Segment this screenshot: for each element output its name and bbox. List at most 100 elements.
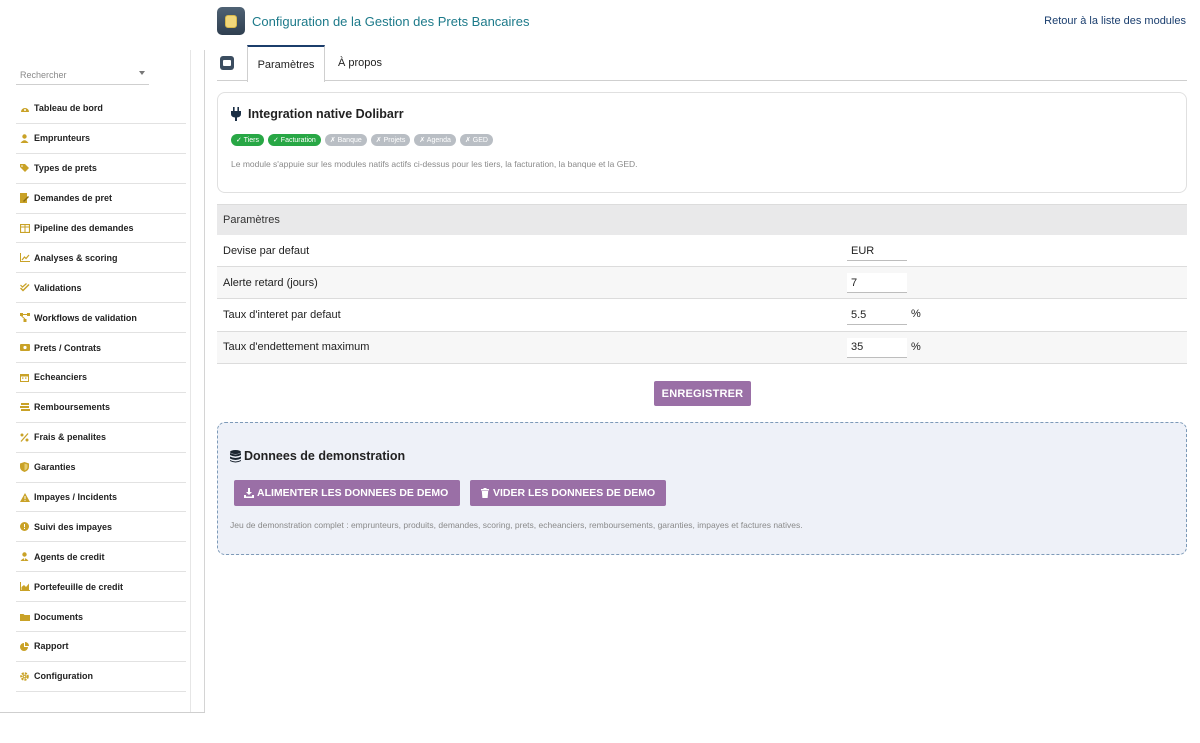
integration-panel: Integration native Dolibarr ✓ Tiers ✓ Fa… (217, 92, 1187, 193)
taux-endettement-input[interactable] (847, 337, 907, 358)
user-tie-icon (19, 552, 30, 562)
param-row-alerte: Alerte retard (jours) (217, 267, 1187, 300)
sidebar-menu: Tableau de bord Emprunteurs Types de pre… (16, 94, 186, 692)
sidebar-item-label: Validations (34, 282, 82, 293)
calendar-icon (19, 372, 30, 382)
warning-icon (19, 492, 30, 502)
badge-facturation: ✓ Facturation (267, 134, 321, 146)
sidebar-item-label: Echeanciers (34, 372, 88, 383)
sidebar-item-agents[interactable]: Agents de credit (16, 542, 186, 573)
sidebar-item-label: Analyses & scoring (34, 252, 118, 263)
sidebar-item-portefeuille[interactable]: Portefeuille de credit (16, 572, 186, 603)
percent-unit: % (911, 340, 921, 353)
check-double-icon (19, 283, 30, 293)
flow-icon (19, 313, 30, 323)
sidebar-item-label: Agents de credit (34, 551, 105, 562)
module-tab-icon (220, 56, 234, 70)
save-button[interactable]: ENREGISTRER (654, 381, 751, 406)
plug-icon (231, 107, 241, 121)
sidebar-item-frais[interactable]: Frais & penalites (16, 423, 186, 453)
sidebar-scrollbar[interactable] (190, 50, 205, 713)
sidebar-item-analyses[interactable]: Analyses & scoring (16, 243, 186, 274)
sidebar-item-rapport[interactable]: Rapport (16, 632, 186, 662)
demo-title: Donnees de demonstration (244, 449, 406, 463)
sidebar: Rechercher Tableau de bord Emprunteurs T… (0, 0, 205, 713)
sidebar-item-prets-contrats[interactable]: Prets / Contrats (16, 333, 186, 364)
param-label: Alerte retard (jours) (223, 276, 318, 289)
alerte-retard-input[interactable] (847, 273, 907, 294)
file-edit-icon (19, 193, 30, 204)
devise-input[interactable] (847, 241, 907, 261)
param-label: Taux d'interet par defaut (223, 308, 341, 321)
folder-icon (19, 612, 30, 622)
sidebar-item-suivi-impayes[interactable]: Suivi des impayes (16, 512, 186, 543)
badge-tiers: ✓ Tiers (231, 134, 264, 146)
taux-interet-input[interactable] (847, 305, 907, 326)
sidebar-item-documents[interactable]: Documents (16, 602, 186, 633)
sidebar-item-label: Suivi des impayes (34, 521, 113, 532)
param-label: Taux d'endettement maximum (223, 341, 370, 354)
percent-icon (19, 432, 30, 442)
trash-icon (481, 488, 489, 498)
database-icon (230, 450, 241, 463)
sidebar-item-demandes-de-pret[interactable]: Demandes de pret (16, 184, 186, 214)
badge-banque: ✗ Banque (324, 134, 367, 146)
chevron-down-icon[interactable] (139, 71, 145, 75)
params-header: Paramètres (217, 204, 1187, 235)
sidebar-item-label: Rapport (34, 641, 69, 652)
download-icon (244, 488, 254, 498)
tags-icon (19, 163, 30, 173)
pie-chart-icon (19, 641, 30, 651)
search-select[interactable]: Rechercher (16, 66, 149, 85)
sidebar-item-echeanciers[interactable]: Echeanciers (16, 363, 186, 393)
back-to-modules-link[interactable]: Retour à la liste des modules (1044, 15, 1186, 27)
integration-title: Integration native Dolibarr (248, 107, 404, 121)
sidebar-item-workflows[interactable]: Workflows de validation (16, 303, 186, 334)
module-badges: ✓ Tiers ✓ Facturation ✗ Banque ✗ Projets… (231, 134, 493, 146)
sidebar-item-label: Emprunteurs (34, 133, 91, 144)
sidebar-item-label: Workflows de validation (34, 312, 137, 323)
clear-demo-label: VIDER LES DONNEES DE DEMO (493, 487, 656, 499)
chart-line-icon (19, 253, 30, 263)
badge-agenda: ✗ Agenda (414, 134, 456, 146)
demo-data-panel: Donnees de demonstration ALIMENTER LES D… (217, 422, 1187, 555)
sidebar-item-types-de-prets[interactable]: Types de prets (16, 154, 186, 184)
sidebar-item-label: Portefeuille de credit (34, 581, 124, 592)
dashboard-icon (19, 103, 30, 113)
shield-icon (19, 462, 30, 473)
sidebar-item-label: Garanties (34, 462, 76, 473)
stack-icon (19, 402, 30, 412)
param-label: Devise par defaut (223, 244, 310, 257)
clear-demo-button[interactable]: VIDER LES DONNEES DE DEMO (470, 480, 666, 506)
sidebar-item-label: Pipeline des demandes (34, 223, 134, 233)
tab-a-propos[interactable]: À propos (338, 45, 382, 81)
badge-projets: ✗ Projets (370, 134, 411, 146)
sidebar-item-configuration[interactable]: Configuration (16, 662, 186, 692)
tab-parametres[interactable]: Paramètres (247, 45, 325, 82)
sidebar-item-label: Demandes de pret (34, 193, 113, 204)
percent-unit: % (911, 308, 921, 321)
sidebar-item-label: Frais & penalites (34, 432, 107, 443)
sidebar-item-pipeline[interactable]: Pipeline des demandes (16, 214, 186, 244)
sidebar-item-tableau-de-bord[interactable]: Tableau de bord (16, 94, 186, 124)
sidebar-item-label: Documents (34, 611, 84, 622)
sidebar-item-impayes[interactable]: Impayes / Incidents (16, 483, 186, 513)
sidebar-item-label: Types de prets (34, 163, 97, 174)
sidebar-item-garanties[interactable]: Garanties (16, 453, 186, 483)
gear-icon (19, 671, 30, 681)
param-row-taux-endettement: Taux d'endettement maximum % (217, 331, 1187, 364)
params-table: Paramètres Devise par defaut Alerte reta… (217, 204, 1187, 364)
search-input[interactable]: Rechercher (20, 70, 67, 80)
tab-bar: Paramètres À propos (217, 45, 1187, 82)
sidebar-item-validations[interactable]: Validations (16, 273, 186, 304)
sidebar-item-label: Impayes / Incidents (34, 492, 118, 503)
user-icon (19, 133, 30, 143)
module-icon (217, 7, 245, 35)
badge-ged: ✗ GED (459, 134, 493, 146)
sidebar-item-emprunteurs[interactable]: Emprunteurs (16, 124, 186, 154)
load-demo-button[interactable]: ALIMENTER LES DONNEES DE DEMO (234, 480, 460, 506)
exclamation-circle-icon (19, 522, 30, 532)
param-row-taux-interet: Taux d'interet par defaut % (217, 299, 1187, 332)
sidebar-item-remboursements[interactable]: Remboursements (16, 393, 186, 423)
sidebar-item-label: Prets / Contrats (34, 342, 102, 353)
